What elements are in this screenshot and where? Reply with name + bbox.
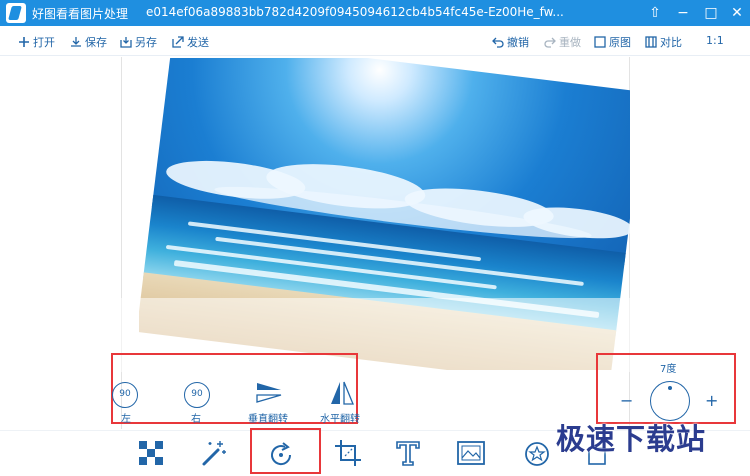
flip-horizontal-icon [331, 381, 354, 405]
skin-button[interactable]: ⇧ [644, 3, 666, 23]
original-button[interactable]: 原图 [594, 34, 631, 50]
redo-button[interactable]: 重做 [544, 34, 581, 50]
flip-vertical-button[interactable] [254, 380, 284, 408]
share-icon [172, 36, 184, 48]
undo-icon [492, 37, 504, 48]
rotate-left-badge: 90 [119, 389, 131, 399]
angle-knob[interactable] [650, 381, 690, 421]
app-title: 好图看看图片处理 [32, 7, 129, 21]
rotate-left-icon: 90 [112, 382, 138, 408]
rotate-right-badge: 90 [191, 389, 203, 399]
plus-icon [19, 37, 29, 47]
save-as-label: 另存 [135, 36, 157, 49]
watermark-text: 极速下载站 [556, 422, 707, 456]
rotate-left-label: 左 [121, 414, 131, 425]
title-bar: 好图看看图片处理 e014ef06a89883bb782d4209f094509… [0, 0, 750, 26]
rotate-right-label: 右 [191, 414, 201, 425]
flip-horizontal-label: 水平翻转 [320, 414, 360, 425]
angle-increase-button[interactable]: + [705, 391, 718, 410]
crop-icon[interactable] [333, 438, 363, 468]
original-label: 原图 [609, 36, 631, 49]
compare-button[interactable]: 对比 [645, 34, 682, 50]
text-icon[interactable] [393, 438, 423, 468]
send-button[interactable]: 发送 [172, 34, 209, 50]
app-logo-icon [6, 3, 26, 23]
knob-indicator [668, 386, 672, 390]
save-as-button[interactable]: 另存 [120, 34, 157, 50]
zoom-1to1-button[interactable]: 1:1 [706, 34, 724, 47]
zoom-label: 1:1 [706, 34, 724, 47]
compare-label: 对比 [660, 36, 682, 49]
redo-label: 重做 [559, 36, 581, 49]
rotate-left-button[interactable]: 90 [110, 382, 140, 408]
send-label: 发送 [187, 36, 209, 49]
open-button[interactable]: 打开 [18, 34, 55, 50]
sticker-icon[interactable] [522, 438, 552, 468]
toolbar: 打开 保存 另存 发送 撤销 重做 原图 对比 1:1 [0, 26, 750, 56]
open-label: 打开 [33, 36, 55, 49]
save-as-icon [120, 37, 132, 48]
save-label: 保存 [85, 36, 107, 49]
original-icon [594, 36, 606, 48]
undo-label: 撤销 [507, 36, 529, 49]
close-button[interactable]: ✕ [726, 3, 748, 23]
flip-vertical-icon [256, 383, 282, 403]
save-button[interactable]: 保存 [70, 34, 107, 50]
angle-value: 7度 [660, 364, 677, 375]
angle-decrease-button[interactable]: − [620, 391, 633, 410]
magic-wand-icon[interactable] [198, 438, 228, 468]
redo-icon [544, 37, 556, 48]
rotate-icon[interactable] [266, 440, 296, 470]
rotate-right-button[interactable]: 90 [182, 382, 212, 408]
file-name: e014ef06a89883bb782d4209f0945094612cb4b5… [146, 5, 564, 19]
flip-vertical-label: 垂直翻转 [248, 414, 288, 425]
compare-icon [645, 36, 657, 48]
flip-horizontal-button[interactable] [327, 380, 357, 408]
maximize-button[interactable]: □ [700, 3, 722, 23]
minimize-button[interactable]: − [672, 3, 694, 23]
frame-icon[interactable] [456, 438, 486, 468]
download-icon [71, 37, 81, 47]
rotate-right-icon: 90 [184, 382, 210, 408]
undo-button[interactable]: 撤销 [492, 34, 529, 50]
mosaic-icon[interactable] [136, 438, 166, 468]
